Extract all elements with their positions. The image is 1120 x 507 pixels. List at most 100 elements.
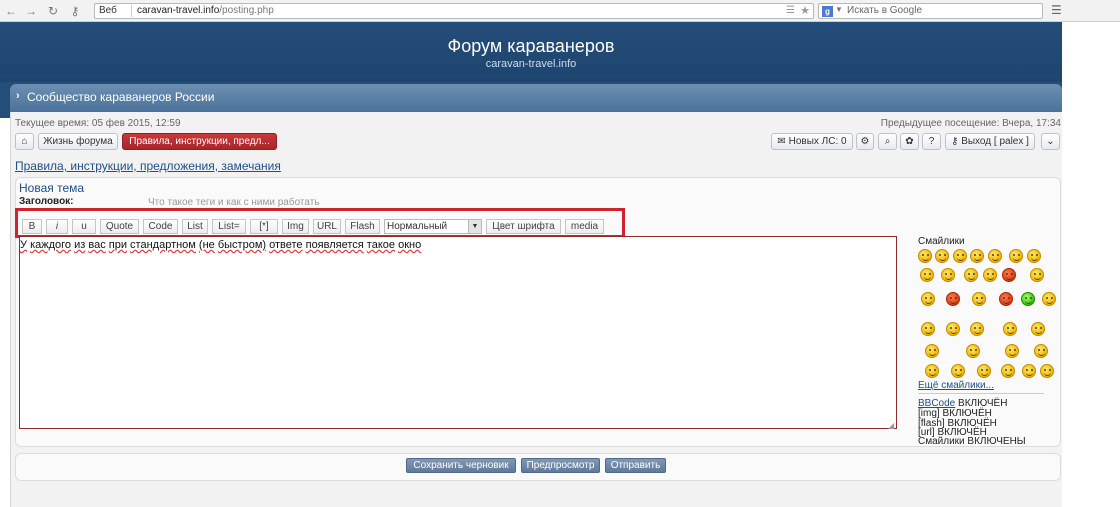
envelope-icon: ✉ — [777, 136, 786, 147]
back-icon[interactable]: ← — [2, 3, 20, 19]
save-draft-button[interactable]: Сохранить черновик — [406, 458, 516, 473]
smilies-title: Смайлики — [918, 236, 965, 247]
community-navbar: › Сообщество караванеров России — [10, 84, 1062, 112]
smiley-icon[interactable] — [925, 364, 939, 378]
italic-button[interactable]: i — [46, 219, 68, 234]
smiley-icon[interactable] — [1005, 344, 1019, 358]
chevron-down-icon: ▼ — [468, 220, 481, 233]
chevron-down-icon: ⌄ — [1046, 136, 1055, 147]
smiley-icon[interactable] — [1021, 292, 1035, 306]
community-link[interactable]: Сообщество караванеров России — [27, 90, 214, 104]
breadcrumb[interactable]: Правила, инструкции, предложения, замеча… — [15, 159, 281, 173]
browser-menu-icon[interactable]: ☰ — [1051, 3, 1065, 18]
underline-button[interactable]: u — [72, 219, 96, 234]
site-header: Форум караванеров caravan-travel.info — [0, 22, 1062, 82]
smiley-icon[interactable] — [970, 249, 984, 263]
subject-label: Заголовок: — [19, 196, 74, 207]
key-icon[interactable]: ⚷ — [66, 3, 84, 19]
new-pm-button[interactable]: ✉ Новых ЛС: 0 — [771, 133, 853, 150]
smiley-icon[interactable] — [953, 249, 967, 263]
rss-icon[interactable]: ☰ — [786, 5, 795, 16]
smiley-icon[interactable] — [988, 249, 1002, 263]
code-button[interactable]: Code — [143, 219, 178, 234]
settings-button[interactable]: ⚙ — [856, 133, 874, 150]
home-button[interactable]: ⌂ — [15, 133, 34, 150]
submit-button[interactable]: Отправить — [605, 458, 666, 473]
bold-button[interactable]: B — [22, 219, 42, 234]
preview-button[interactable]: Предпросмотр — [521, 458, 600, 473]
list-item-button[interactable]: [*] — [250, 219, 278, 234]
smiley-icon[interactable] — [1034, 344, 1048, 358]
site-subtitle: caravan-travel.info — [485, 58, 577, 70]
list-button[interactable]: List — [182, 219, 208, 234]
smiley-icon[interactable] — [935, 249, 949, 263]
img-button[interactable]: Img — [282, 219, 309, 234]
message-text: У каждого из вас при стандартном (не быс… — [20, 239, 422, 251]
quote-button[interactable]: Quote — [100, 219, 139, 234]
smiley-icon[interactable] — [941, 268, 955, 282]
resize-handle-icon[interactable]: ◢ — [888, 421, 894, 430]
smiley-icon[interactable] — [1027, 249, 1041, 263]
google-icon: g — [822, 6, 833, 17]
smiley-icon[interactable] — [1031, 322, 1045, 336]
smiley-icon[interactable] — [918, 249, 932, 263]
current-time: Текущее время: 05 фев 2015, 12:59 — [15, 118, 181, 129]
web-label: Веб — [99, 5, 117, 16]
smiley-icon[interactable] — [1030, 268, 1044, 282]
flash-button[interactable]: Flash — [345, 219, 380, 234]
forward-icon[interactable]: → — [22, 3, 40, 19]
search-icon: ⌕ — [884, 136, 891, 147]
smiley-icon[interactable] — [1022, 364, 1036, 378]
smiley-icon[interactable] — [999, 292, 1013, 306]
url-text: caravan-travel.info/posting.php — [137, 5, 274, 16]
help-button[interactable]: ? — [922, 133, 941, 150]
smiley-icon[interactable] — [970, 322, 984, 336]
forum-life-button[interactable]: Жизнь форума — [38, 133, 118, 150]
page-title: Новая тема — [19, 181, 85, 195]
smilies-status: Смайлики ВКЛЮЧЕНЫ — [918, 436, 1026, 447]
list-numbered-button[interactable]: List= — [212, 219, 246, 234]
smiley-icon[interactable] — [964, 268, 978, 282]
font-color-button[interactable]: Цвет шрифта — [486, 219, 561, 234]
members-button[interactable]: ✿ — [900, 133, 919, 150]
message-textarea[interactable] — [19, 236, 897, 429]
home-icon: ⌂ — [21, 136, 28, 147]
smiley-icon[interactable] — [946, 322, 960, 336]
more-smilies-link[interactable]: Ещё смайлики... — [918, 380, 994, 391]
url-button[interactable]: URL — [313, 219, 341, 234]
question-icon: ? — [928, 136, 935, 147]
smiley-icon[interactable] — [921, 322, 935, 336]
smiley-icon[interactable] — [951, 364, 965, 378]
search-box[interactable]: g ▼ Искать в Google — [818, 3, 1043, 19]
search-button[interactable]: ⌕ — [878, 133, 897, 150]
logout-button[interactable]: ⚷ Выход [ palex ] — [945, 133, 1035, 150]
smiley-icon[interactable] — [921, 292, 935, 306]
address-bar[interactable]: Веб caravan-travel.info/posting.php ☰ ★ — [94, 3, 814, 19]
font-size-select[interactable]: Нормальный ▼ — [384, 219, 482, 234]
smiley-icon[interactable] — [1040, 364, 1054, 378]
browser-toolbar: ← → ↻ ⚷ Веб caravan-travel.info/posting.… — [0, 0, 1120, 22]
smiley-icon[interactable] — [925, 344, 939, 358]
media-button[interactable]: media — [565, 219, 604, 234]
site-title: Форум караванеров — [447, 36, 615, 56]
smiley-icon[interactable] — [977, 364, 991, 378]
smiley-icon[interactable] — [966, 344, 980, 358]
key-icon: ⚷ — [951, 136, 959, 147]
smiley-icon[interactable] — [1002, 268, 1016, 282]
smiley-icon[interactable] — [972, 292, 986, 306]
gear-icon: ⚙ — [860, 136, 870, 147]
smiley-icon[interactable] — [1001, 364, 1015, 378]
smiley-icon[interactable] — [1009, 249, 1023, 263]
smiley-icon[interactable] — [920, 268, 934, 282]
smiley-icon[interactable] — [983, 268, 997, 282]
tab-rules[interactable]: Правила, инструкции, предл... — [122, 133, 277, 150]
chevron-right-icon: › — [16, 90, 20, 102]
smiley-icon[interactable] — [1042, 292, 1056, 306]
more-menu-button[interactable]: ⌄ — [1041, 133, 1060, 150]
search-placeholder: Искать в Google — [847, 5, 923, 16]
smiley-icon[interactable] — [946, 292, 960, 306]
chevron-down-icon[interactable]: ▼ — [835, 5, 843, 14]
reload-icon[interactable]: ↻ — [44, 3, 62, 19]
bookmark-star-icon[interactable]: ★ — [800, 4, 810, 17]
smiley-icon[interactable] — [1003, 322, 1017, 336]
